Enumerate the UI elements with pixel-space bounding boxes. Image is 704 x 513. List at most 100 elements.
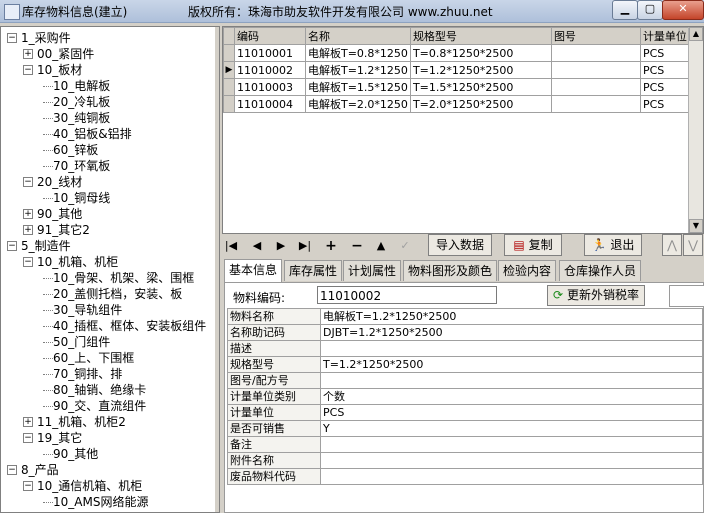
grid-cell[interactable] [550, 95, 641, 113]
property-value[interactable] [320, 452, 703, 469]
first-record-icon[interactable]: |◀ [222, 238, 240, 254]
tree-node[interactable]: 10_板材 [37, 62, 82, 78]
tree-node[interactable]: 20_冷轧板 [53, 94, 110, 110]
col-code-header[interactable]: 编码 [234, 27, 306, 45]
tab-stock-attrs[interactable]: 库存属性 [284, 260, 343, 281]
category-tree[interactable]: −1_采购件 +00_紧固件 −10_板材 10_电解板 20_冷轧板 30_纯铜板 40_… [0, 26, 220, 513]
tree-node[interactable]: 50_门组件 [53, 334, 110, 350]
grid-cell[interactable]: 电解板T=1.5*1250 [305, 78, 411, 96]
tree-expander-icon[interactable]: − [23, 433, 33, 443]
minimize-button[interactable]: ▁ [612, 0, 638, 20]
grid-cell[interactable]: 电解板T=2.0*1250 [305, 95, 411, 113]
property-value[interactable] [320, 372, 703, 389]
tree-node[interactable]: 00_紧固件 [37, 46, 94, 62]
tree-node[interactable]: 10_AMS网络能源 [53, 494, 148, 510]
close-button[interactable]: ✕ [662, 0, 704, 20]
tree-expander-icon[interactable]: − [7, 241, 17, 251]
tree-node[interactable]: 30_纯铜板 [53, 110, 110, 126]
property-value[interactable] [320, 436, 703, 453]
tree-node[interactable]: 90_交、直流组件 [53, 398, 146, 414]
grid-cell[interactable]: 11010003 [234, 78, 306, 96]
tree-expander-icon[interactable]: + [23, 49, 33, 59]
prev-record-icon[interactable]: ◀ [248, 238, 266, 254]
scroll-up-icon[interactable]: ▲ [689, 27, 703, 41]
tree-node[interactable]: 40_插框、框体、安装板组件 [53, 318, 206, 334]
tree-node[interactable]: 20_线材 [37, 174, 82, 190]
tree-node[interactable]: 10_电解板 [53, 78, 110, 94]
grid-cell[interactable]: 电解板T=1.2*1250 [305, 61, 411, 79]
property-value[interactable]: T=1.2*1250*2500 [320, 356, 703, 373]
tree-node[interactable]: 91_其它2 [37, 222, 90, 238]
tree-node[interactable]: 19_其它 [37, 430, 82, 446]
col-drawing-header[interactable]: 图号 [550, 27, 641, 45]
tree-expander-icon[interactable]: − [7, 33, 17, 43]
property-value[interactable]: PCS [320, 404, 703, 421]
tab-inspection[interactable]: 检验内容 [498, 260, 557, 281]
material-code-field[interactable]: 11010002 [317, 286, 497, 304]
copy-button[interactable]: ▤ 复制 [504, 234, 562, 256]
grid-row[interactable]: 11010003 电解板T=1.5*1250 T=1.5*1250*2500 PCS [223, 78, 696, 96]
grid-row[interactable]: ▶ 11010002 电解板T=1.2*1250 T=1.2*1250*2500 PCS [223, 61, 696, 79]
col-spec-header[interactable]: 规格型号 [409, 27, 552, 45]
grid-cell[interactable] [550, 78, 641, 96]
tree-node[interactable]: 60_锌板 [53, 142, 98, 158]
grid-vertical-scrollbar[interactable]: ▲ ▼ [688, 27, 703, 233]
update-export-tax-button[interactable]: ⟳ 更新外销税率 [547, 285, 645, 306]
blank-field[interactable] [669, 285, 704, 307]
material-grid[interactable]: 编码 名称 规格型号 图号 计量单位 11010001 电解板T=0.8*1250… [222, 26, 704, 234]
confirm-record-icon[interactable]: ✓ [396, 238, 414, 254]
exit-button[interactable]: 🏃 退出 [584, 234, 642, 256]
tree-node[interactable]: 11_机箱、机柜2 [37, 414, 126, 430]
next-record-icon[interactable]: ▶ [272, 238, 290, 254]
property-value[interactable]: 个数 [320, 388, 703, 405]
tree-node[interactable]: 1_采购件 [21, 30, 71, 46]
last-record-icon[interactable]: ▶| [296, 238, 314, 254]
grid-cell[interactable]: 11010002 [234, 61, 306, 79]
grid-cell[interactable]: T=1.2*1250*2500 [409, 61, 552, 79]
grid-row[interactable]: 11010004 电解板T=2.0*1250 T=2.0*1250*2500 PCS [223, 95, 696, 113]
grid-row[interactable]: 11010001 电解板T=0.8*1250 T=0.8*1250*2500 PCS [223, 44, 696, 62]
tree-node[interactable]: 70_环氧板 [53, 158, 110, 174]
tree-node[interactable]: 8_产品 [21, 462, 59, 478]
tab-basic-info[interactable]: 基本信息 [224, 259, 283, 282]
tree-node[interactable]: 60_上、下围框 [53, 350, 134, 366]
property-value[interactable]: Y [320, 420, 703, 437]
tree-node[interactable]: 80_轴销、绝缘卡 [53, 382, 146, 398]
grid-cell[interactable]: T=0.8*1250*2500 [409, 44, 552, 62]
tree-expander-icon[interactable]: − [23, 65, 33, 75]
tree-node[interactable]: 5_制造件 [21, 238, 71, 254]
tree-expander-icon[interactable]: − [7, 465, 17, 475]
next-arrow-icon[interactable]: ⋁ [683, 234, 703, 256]
tree-expander-icon[interactable]: − [23, 257, 33, 267]
tree-node[interactable]: 10_通信机箱、机柜 [37, 478, 142, 494]
prev-arrow-icon[interactable]: ⋀ [662, 234, 682, 256]
grid-cell[interactable] [550, 44, 641, 62]
tab-plan-attrs[interactable]: 计划属性 [343, 260, 402, 281]
grid-cell[interactable]: T=1.5*1250*2500 [409, 78, 552, 96]
tree-expander-icon[interactable]: + [23, 209, 33, 219]
maximize-button[interactable]: ▢ [637, 0, 663, 20]
col-name-header[interactable]: 名称 [305, 27, 411, 45]
tree-expander-icon[interactable]: − [23, 481, 33, 491]
delete-record-icon[interactable]: − [348, 238, 366, 254]
tree-node[interactable]: 10_铜母线 [53, 190, 110, 206]
tree-expander-icon[interactable]: + [23, 225, 33, 235]
tree-node[interactable]: 10_机箱、机柜 [37, 254, 118, 270]
tree-node[interactable]: 70_铜排、排 [53, 366, 122, 382]
grid-cell[interactable] [550, 61, 641, 79]
grid-cell[interactable]: 电解板T=0.8*1250 [305, 44, 411, 62]
post-record-icon[interactable]: ▲ [372, 238, 390, 254]
tree-node[interactable]: 10_骨架、机架、梁、围框 [53, 270, 194, 286]
import-data-button[interactable]: 导入数据 [428, 234, 492, 256]
tree-node[interactable]: 20_盖侧托档，安装、板 [53, 286, 182, 302]
tab-graphics-color[interactable]: 物料图形及颜色 [403, 260, 498, 281]
tree-node[interactable]: 30_导轨组件 [53, 302, 122, 318]
property-value[interactable] [320, 340, 703, 357]
tree-node[interactable]: 40_铝板&铝排 [53, 126, 132, 142]
tree-node[interactable]: 90_其他 [37, 206, 82, 222]
grid-cell[interactable]: T=2.0*1250*2500 [409, 95, 552, 113]
tree-node[interactable]: 90_其他 [53, 446, 98, 462]
add-record-icon[interactable]: + [322, 238, 340, 254]
tree-expander-icon[interactable]: − [23, 177, 33, 187]
tree-scrollbar[interactable] [215, 27, 219, 512]
